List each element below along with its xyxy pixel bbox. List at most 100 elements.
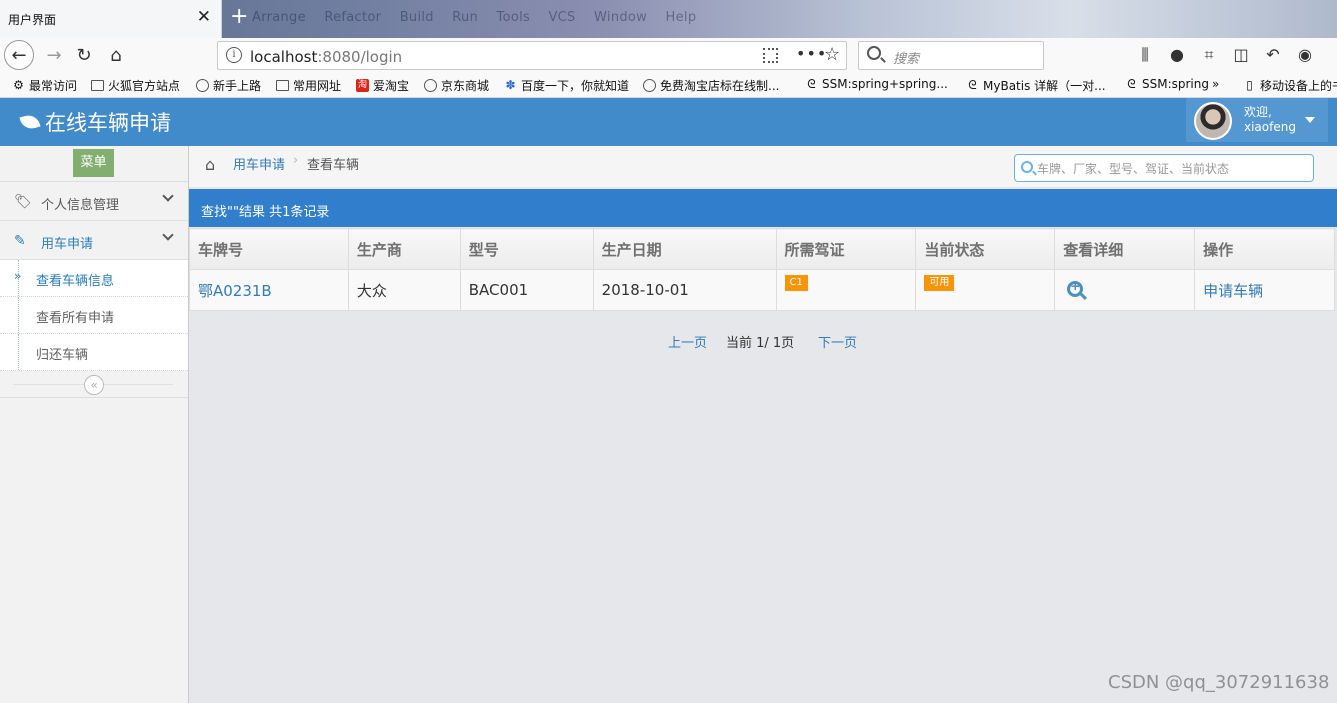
address-bar[interactable]: i localhost:8080/login ••• ☆	[217, 41, 847, 70]
app-logo[interactable]: 在线车辆申请	[19, 107, 171, 137]
bookmark-label: 最常访问	[29, 79, 78, 93]
bookmark-item[interactable]: ✽ 百度一下，你就知道	[504, 77, 629, 94]
forward-arrow-icon[interactable]: →	[40, 41, 68, 69]
page-indicator: 当前 1/ 1页	[726, 336, 795, 351]
collapse-sidebar-icon[interactable]: «	[84, 375, 104, 395]
bookmark-item[interactable]: 淘爱淘宝	[356, 77, 409, 94]
undo-icon[interactable]: ↶	[1263, 45, 1283, 65]
bookmark-label: SSM:spring	[1142, 77, 1209, 91]
zoom-in-icon[interactable]	[1067, 279, 1084, 297]
search-icon	[867, 46, 881, 60]
sidebar-icon[interactable]: ◫	[1231, 45, 1251, 65]
sidebar-item-return-vehicle[interactable]: 归还车辆	[0, 334, 188, 371]
bookmark-label: SSM:spring+spring...	[822, 77, 948, 91]
folder-icon	[91, 80, 104, 91]
sidebar-group-label: 个人信息管理	[41, 198, 120, 213]
plate-link[interactable]: 鄂A0231B	[198, 282, 272, 300]
chevron-down-icon	[162, 229, 174, 241]
sidebar-item-view-vehicles[interactable]: » 查看车辆信息	[0, 260, 188, 297]
pagination: 上一页 当前 1/ 1页 下一页	[189, 332, 1337, 352]
bookmark-item[interactable]: 火狐官方站点	[91, 77, 180, 94]
date-cell: 2018-10-01	[592, 269, 777, 311]
bookmarks-bar: ⚙ 最常访问 火狐官方站点 新手上路 常用网址 淘爱淘宝 京东商城 ✽ 百度一下，你…	[0, 72, 1337, 98]
library-icon[interactable]: ⫼	[1135, 45, 1155, 65]
qr-code-icon[interactable]	[763, 48, 778, 63]
sidebar-group-vehicle-request[interactable]: ✎ 用车申请	[0, 221, 188, 260]
home-icon[interactable]: ⌂	[205, 155, 215, 174]
url-text[interactable]: localhost:8080/login	[250, 48, 402, 66]
column-header[interactable]: 型号	[459, 228, 594, 270]
crop-icon[interactable]: ⌗	[1199, 45, 1219, 65]
bookmark-item[interactable]: 新手上路	[196, 77, 261, 94]
bookmark-item[interactable]: 常用网址	[276, 77, 341, 94]
column-header[interactable]: 生产日期	[592, 228, 777, 270]
bookmark-item[interactable]: ᘓ SSM:spring+spring...	[805, 77, 948, 91]
bookmark-item[interactable]: 京东商城	[424, 77, 489, 94]
next-page-link[interactable]: 下一页	[818, 332, 857, 351]
sidebar-group-personal-info[interactable]: 🏷 个人信息管理	[0, 182, 188, 221]
sidebar-item-view-applications[interactable]: 查看所有申请	[0, 297, 188, 334]
sidebar-group-label: 用车申请	[41, 237, 94, 252]
account-icon[interactable]: ◉	[1295, 45, 1315, 65]
browser-toolbar: ⫼ ● ⌗ ◫ ↶ ◉	[1135, 45, 1315, 65]
phone-icon: ▯	[1246, 78, 1253, 92]
site-info-icon[interactable]: i	[226, 47, 242, 63]
vehicle-table: 车牌号 生产商 型号 生产日期 所需驾证 当前状态 查看详细 操作 鄂A0231…	[189, 228, 1335, 311]
chat-icon[interactable]: ●	[1167, 45, 1187, 65]
bookmark-item[interactable]: ▯ 移动设备上的书	[1243, 77, 1337, 94]
bookmark-item[interactable]: ᘓ MyBatis 详解（一对...	[966, 77, 1105, 94]
column-header[interactable]: 操作	[1194, 228, 1335, 270]
bookmark-label: 新手上路	[213, 79, 262, 93]
bookmark-item[interactable]: 免费淘宝店标在线制...	[643, 77, 779, 94]
browser-tab[interactable]: 用户界面 ✕	[0, 0, 222, 38]
column-header[interactable]: 当前状态	[915, 228, 1056, 270]
breadcrumb-parent-link[interactable]: 用车申请	[233, 154, 285, 173]
status-badge: 可用	[924, 275, 955, 291]
breadcrumb: ⌂ 用车申请 › 查看车辆	[189, 146, 1337, 188]
watermark: CSDN @qq_3072911638	[1108, 672, 1330, 693]
tag-icon: 🏷	[14, 194, 32, 210]
vehicle-search-box[interactable]	[1014, 154, 1314, 182]
taobao-icon: 淘	[356, 79, 369, 92]
app-title: 在线车辆申请	[45, 111, 171, 135]
browser-search-box[interactable]: 搜索	[858, 41, 1044, 70]
bookmarks-overflow-icon[interactable]: »	[1212, 77, 1219, 91]
result-summary-bar: 查找""结果 共1条记录	[189, 189, 1337, 227]
details-cell	[1054, 269, 1196, 311]
url-path: :8080/login	[317, 48, 403, 66]
action-cell: 申请车辆	[1194, 269, 1335, 311]
user-greeting: 欢迎, xiaofeng	[1244, 105, 1296, 135]
sidebar-shortcuts: 菜单	[0, 146, 188, 182]
avatar	[1194, 102, 1232, 140]
column-header[interactable]: 查看详细	[1054, 228, 1196, 270]
bookmark-item[interactable]: ⚙ 最常访问	[12, 77, 77, 94]
bookmark-label: 常用网址	[293, 79, 342, 93]
bookmark-label: 爱淘宝	[373, 79, 410, 93]
back-arrow-icon[interactable]: ←	[4, 40, 34, 70]
bookmark-star-icon[interactable]: ☆	[824, 44, 840, 65]
close-tab-icon[interactable]: ✕	[197, 8, 211, 26]
swirl-icon: ᘓ	[968, 78, 977, 92]
bookmark-label: 火狐官方站点	[108, 79, 181, 93]
prev-page-link[interactable]: 上一页	[668, 332, 707, 351]
gear-icon: ⚙	[13, 78, 24, 92]
sidebar-collapse-row: «	[0, 371, 188, 398]
bookmark-label: 百度一下，你就知道	[521, 79, 630, 93]
bookmark-item[interactable]: ᘓ SSM:spring	[1125, 77, 1209, 91]
new-tab-button[interactable]: +	[230, 5, 248, 29]
swirl-icon: ᘓ	[807, 76, 816, 91]
column-header[interactable]: 生产商	[347, 228, 461, 270]
home-icon[interactable]: ⌂	[102, 41, 130, 69]
column-header[interactable]: 所需驾证	[775, 228, 917, 270]
apply-vehicle-link[interactable]: 申请车辆	[1203, 282, 1263, 300]
user-menu[interactable]: 欢迎, xiaofeng	[1186, 98, 1328, 142]
menu-button[interactable]: 菜单	[73, 149, 114, 177]
column-header[interactable]: 车牌号	[189, 228, 349, 270]
sidebar: 菜单 🏷 个人信息管理 ✎ 用车申请 » 查看车辆信息 查看所有申请 归还车辆 …	[0, 146, 189, 703]
reload-icon[interactable]: ↻	[70, 41, 98, 69]
browser-nav-bar: ← → ↻ ⌂ i localhost:8080/login ••• ☆ 搜索 …	[0, 38, 1337, 72]
page-actions-icon[interactable]: •••	[796, 44, 827, 63]
welcome-text: 欢迎,	[1244, 105, 1272, 119]
license-cell: C1	[775, 269, 917, 311]
vehicle-search-input[interactable]	[1037, 159, 1307, 178]
